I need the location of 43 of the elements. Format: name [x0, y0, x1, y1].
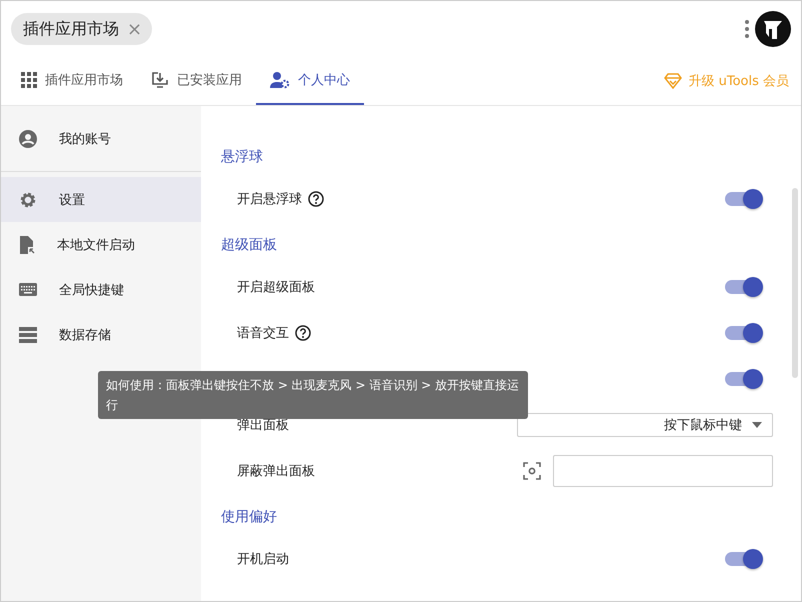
setting-label: 语音交互 — [237, 325, 289, 342]
diamond-icon — [664, 73, 682, 89]
user-gear-icon — [270, 71, 290, 89]
tooltip: 如何使用：面板弹出键按住不放 > 出现麦克风 > 语音识别 > 放开按键直接运行 — [98, 371, 528, 419]
sidebar-item[interactable]: 设置 — [1, 177, 201, 222]
search-chip[interactable]: 插件应用市场 × — [11, 13, 152, 45]
chip-label: 插件应用市场 — [23, 18, 119, 40]
toggle-switch[interactable] — [725, 372, 761, 386]
focus-icon[interactable] — [523, 462, 541, 480]
logo-icon[interactable] — [755, 11, 791, 47]
keyboard-icon — [19, 282, 37, 296]
section-title: 超级面板 — [221, 236, 278, 255]
setting-label: 弹出面板 — [237, 417, 289, 434]
sidebar-item[interactable]: 数据存储 — [1, 312, 201, 357]
help-icon[interactable] — [295, 325, 311, 341]
tab[interactable]: 已安装应用 — [137, 57, 256, 105]
setting-label: 开启悬浮球 — [237, 191, 302, 208]
toggle-switch[interactable] — [725, 326, 761, 340]
section-title: 使用偏好 — [221, 508, 278, 527]
tab[interactable]: 插件应用市场 — [7, 57, 137, 105]
dropdown[interactable]: 按下鼠标中键 — [517, 413, 773, 437]
toggle-switch[interactable] — [725, 192, 761, 206]
sidebar-item[interactable]: 全局快捷键 — [1, 267, 201, 312]
more-icon[interactable] — [745, 20, 749, 38]
toggle-switch[interactable] — [725, 552, 761, 566]
sidebar-item[interactable]: 本地文件启动 — [1, 222, 201, 267]
storage-icon — [19, 326, 37, 342]
section-title: 悬浮球 — [221, 148, 264, 167]
caret-icon — [752, 422, 762, 428]
scrollbar-thumb[interactable] — [792, 188, 798, 378]
setting-label: 开启超级面板 — [237, 279, 315, 296]
tab[interactable]: 个人中心 — [256, 57, 364, 105]
shortcut-input[interactable] — [553, 455, 773, 487]
gear-icon — [19, 190, 37, 208]
setting-label: 开机启动 — [237, 551, 289, 568]
account-icon — [19, 130, 37, 148]
sidebar-item[interactable]: 我的账号 — [1, 116, 201, 161]
toggle-switch[interactable] — [725, 280, 761, 294]
file-icon — [19, 236, 35, 254]
grid-icon — [21, 72, 37, 88]
help-icon[interactable] — [308, 191, 324, 207]
monitor-download-icon — [151, 71, 169, 89]
setting-label: 屏蔽弹出面板 — [237, 463, 315, 480]
